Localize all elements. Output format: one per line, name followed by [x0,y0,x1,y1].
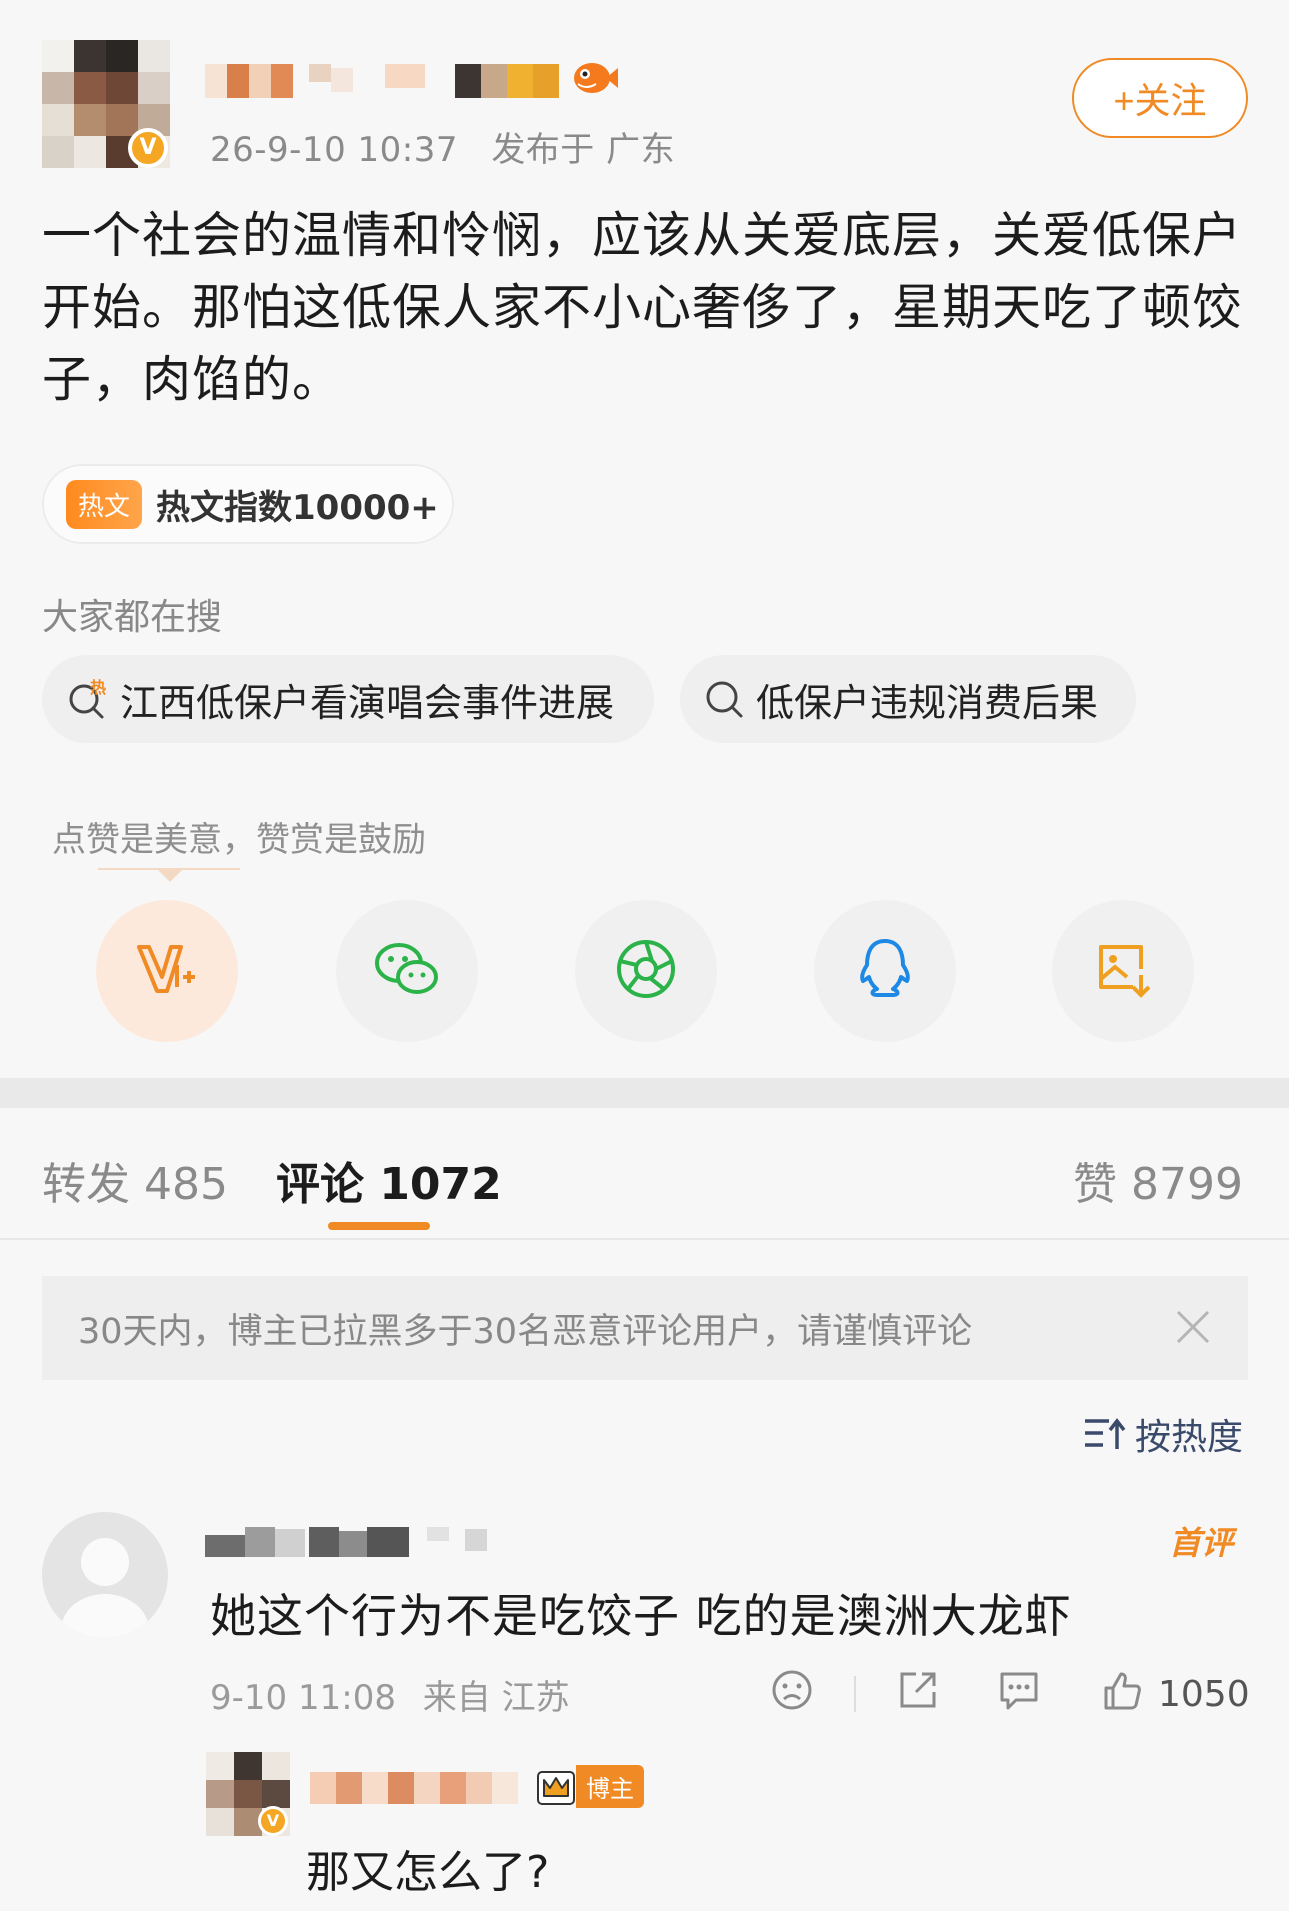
reward-hint: 点赞是美意，赞赏是鼓励 [52,820,426,860]
search-chip-2-label: 低保户违规消费后果 [756,680,1099,725]
share-moments-button[interactable] [575,900,717,1042]
reply-verified-icon: V [258,1806,288,1836]
qq-icon [857,937,913,1005]
commenter-name[interactable] [205,1525,525,1565]
comment-meta: 9-10 11:08 来自 江苏 [210,1670,586,1719]
close-icon[interactable] [1172,1306,1214,1357]
comment-like-count: 1050 [1158,1674,1250,1715]
save-image-button[interactable] [1052,900,1194,1042]
comment-notice: 30天内，博主已拉黑多于30名恶意评论用户，请谨慎评论 [42,1276,1248,1380]
comment-location: 来自 江苏 [422,1678,570,1718]
sort-icon [1083,1415,1127,1453]
first-comment-badge: 首评 [1168,1524,1233,1562]
action-separator [854,1676,856,1712]
crown-icon [536,1766,576,1806]
reward-icon [135,941,199,1001]
comment-bubble-icon [996,1668,1042,1716]
moments-icon [614,937,678,1005]
active-tab-indicator [328,1222,430,1230]
post-timestamp: 26-9-10 10:37 [210,130,458,170]
svg-text:热: 热 [90,678,106,697]
sort-label: 按热度 [1134,1417,1243,1458]
comment-notice-text: 30天内，博主已拉黑多于30名恶意评论用户，请谨慎评论 [78,1311,973,1352]
search-chip-1-label: 江西低保户看演唱会事件进展 [120,680,615,725]
share-wechat-button[interactable] [336,900,478,1042]
reward-button[interactable] [96,900,238,1042]
comment-text: 她这个行为不是吃饺子 吃的是澳洲大龙虾 [210,1589,1072,1643]
reply-text: 那又怎么了? [306,1847,550,1898]
commenter-avatar[interactable] [42,1512,168,1638]
comment-share-button[interactable] [896,1668,940,1716]
follow-button[interactable]: +关注 [1072,58,1248,138]
hot-search-icon: 热 [66,677,110,721]
verified-badge-icon: V [128,128,168,168]
section-divider [0,1078,1289,1108]
search-chip-1[interactable]: 热 江西低保户看演唱会事件进展 [42,655,654,743]
hot-tag: 热文 [66,479,143,529]
vip-fish-icon [570,56,618,98]
search-chip-2[interactable]: 低保户违规消费后果 [680,655,1136,743]
comment-reply-button[interactable] [996,1668,1042,1716]
sort-button[interactable]: 按热度 [1083,1408,1243,1460]
share-icon [896,1668,940,1716]
post-location: 发布于 广东 [491,130,676,170]
emoji-reaction-button[interactable] [770,1668,814,1716]
comment-time: 9-10 11:08 [210,1678,396,1718]
blogger-badge-label: 博主 [576,1764,644,1808]
search-icon [704,678,746,720]
blogger-badge: 博主 [536,1764,644,1808]
sad-face-icon [770,1668,814,1716]
share-qq-button[interactable] [814,900,956,1042]
save-image-icon [1093,939,1153,1003]
hot-index-label: 热文指数10000+ [156,487,439,528]
comment-like-button[interactable]: 1050 [1100,1668,1250,1721]
reward-pointer-arrow [156,868,184,882]
tab-like[interactable]: 赞 8799 [1073,1148,1243,1212]
post-meta: 26-9-10 10:37 发布于 广东 [210,122,697,171]
tab-repost[interactable]: 转发 485 [42,1148,228,1212]
tab-comment[interactable]: 评论 1072 [276,1148,502,1212]
wechat-icon [371,939,443,1003]
reply-author-name[interactable] [310,1768,518,1808]
post-body: 一个社会的温情和怜悯，应该从关爱底层，关爱低保户开始。那怕这低保人家不小心奢侈了… [42,207,1243,408]
author-name[interactable] [205,58,615,102]
thumbs-up-icon [1100,1668,1144,1721]
hot-index-pill[interactable]: 热文 热文指数10000+ [42,464,454,544]
search-section-title: 大家都在搜 [42,597,223,638]
